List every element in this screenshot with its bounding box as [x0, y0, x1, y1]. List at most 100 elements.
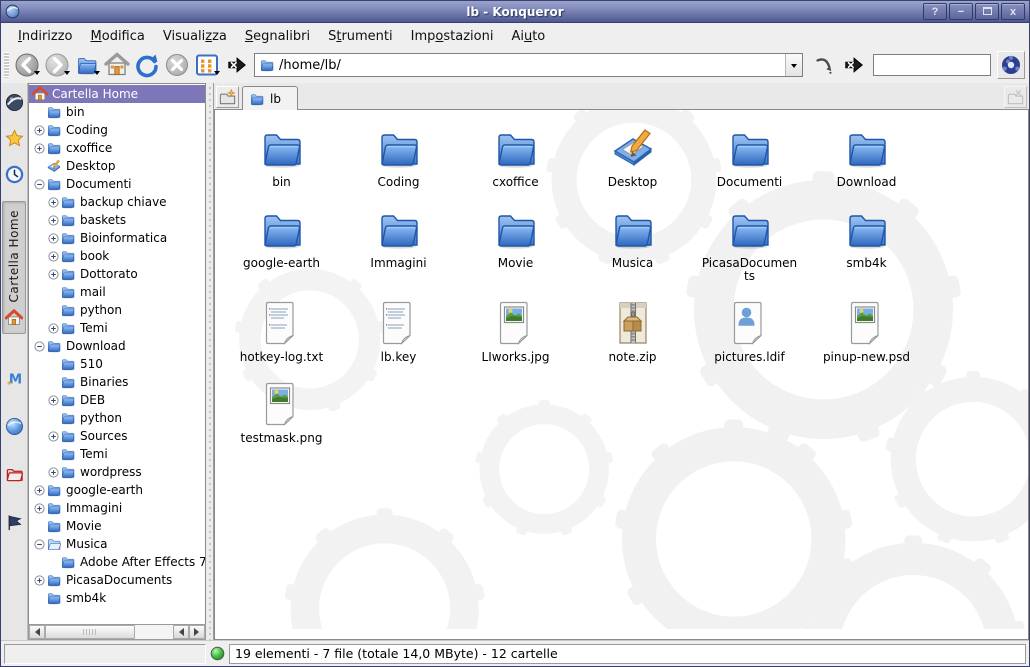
tree-item-adobe-after-effects-7[interactable]: Adobe After Effects 7 — [29, 553, 205, 571]
expand-icon[interactable] — [34, 503, 45, 514]
collapse-icon[interactable] — [34, 539, 45, 550]
tree-item-book[interactable]: book — [29, 247, 205, 265]
file-pictures-ldif[interactable]: pictures.ldif — [691, 293, 808, 364]
sidebar-horizontal-scrollbar[interactable] — [28, 624, 206, 640]
panel-splitter[interactable] — [206, 83, 214, 640]
clear-search-button[interactable] — [839, 50, 869, 80]
expand-icon[interactable] — [48, 431, 59, 442]
tree-item-binaries[interactable]: Binaries — [29, 373, 205, 391]
tree-item-python[interactable]: python — [29, 301, 205, 319]
collapse-icon[interactable] — [34, 179, 45, 190]
stop-button[interactable] — [162, 50, 192, 80]
scrollbar-thumb[interactable] — [45, 625, 135, 639]
folder-movie[interactable]: Movie — [457, 199, 574, 283]
tree-item-immagini[interactable]: Immagini — [29, 499, 205, 517]
tree-item-mail[interactable]: mail — [29, 283, 205, 301]
folder-immagini[interactable]: Immagini — [340, 199, 457, 283]
expand-icon[interactable] — [48, 197, 59, 208]
go-button[interactable] — [809, 50, 839, 80]
tree-item-google-earth[interactable]: google-earth — [29, 481, 205, 499]
scrollbar-track[interactable] — [45, 625, 173, 639]
tree-item-cxoffice[interactable]: cxoffice — [29, 139, 205, 157]
folder-download[interactable]: Download — [808, 118, 925, 189]
tree-item-temi[interactable]: Temi — [29, 445, 205, 463]
sidetab-history[interactable] — [2, 161, 27, 187]
file-testmask-png[interactable]: testmask.png — [223, 374, 340, 445]
sidetab-bookmarks[interactable] — [2, 125, 27, 151]
tree-item-wordpress[interactable]: wordpress — [29, 463, 205, 481]
location-bar[interactable] — [254, 53, 803, 77]
tree-item-backup-chiave[interactable]: backup chiave — [29, 193, 205, 211]
expand-icon[interactable] — [48, 215, 59, 226]
expand-icon[interactable] — [48, 233, 59, 244]
search-input[interactable] — [873, 54, 991, 76]
location-input[interactable] — [279, 58, 785, 73]
expand-icon[interactable] — [34, 485, 45, 496]
folder-musica[interactable]: Musica — [574, 199, 691, 283]
location-dropdown-button[interactable] — [785, 54, 802, 76]
scroll-left-button-2[interactable] — [173, 625, 189, 639]
tree-item-movie[interactable]: Movie — [29, 517, 205, 535]
toolbar-drag-handle[interactable] — [4, 52, 9, 78]
tree-item-desktop[interactable]: Desktop — [29, 157, 205, 175]
tree-item-python[interactable]: python — [29, 409, 205, 427]
titlebar[interactable]: lb - Konqueror ? − x — [1, 1, 1029, 23]
expand-icon[interactable] — [34, 575, 45, 586]
menu-indirizzo[interactable]: Indirizzo — [9, 26, 82, 47]
sidetab-metabar[interactable]: M — [2, 366, 27, 392]
tree-item-sources[interactable]: Sources — [29, 427, 205, 445]
file-hotkey-log-txt[interactable]: hotkey-log.txt — [223, 293, 340, 364]
tree-item-musica[interactable]: Musica — [29, 535, 205, 553]
folder-picasadocuments[interactable]: PicasaDocuments — [691, 199, 808, 283]
tree-item-510[interactable]: 510 — [29, 355, 205, 373]
tree-item-coding[interactable]: Coding — [29, 121, 205, 139]
tree-item-baskets[interactable]: baskets — [29, 211, 205, 229]
expand-icon[interactable] — [48, 323, 59, 334]
folder-coding[interactable]: Coding — [340, 118, 457, 189]
tree-item-download[interactable]: Download — [29, 337, 205, 355]
reload-button[interactable] — [132, 50, 162, 80]
tree-item-temi[interactable]: Temi — [29, 319, 205, 337]
folder-google-earth[interactable]: google-earth — [223, 199, 340, 283]
menu-strumenti[interactable]: Strumenti — [319, 26, 402, 47]
sidetab-home-selected[interactable]: Cartella Home — [2, 201, 26, 334]
menu-impostazioni[interactable]: Impostazioni — [402, 26, 503, 47]
file-lb-key[interactable]: lb.key — [340, 293, 457, 364]
icon-view[interactable]: bin Coding cxoffice Desktop Documenti Do… — [214, 109, 1029, 640]
sidetab-root-folder[interactable] — [2, 462, 27, 488]
up-button[interactable] — [72, 50, 102, 80]
maximize-button[interactable] — [975, 3, 999, 20]
icon-view-mode-button[interactable] — [192, 50, 222, 80]
folder-cxoffice[interactable]: cxoffice — [457, 118, 574, 189]
sidetab-network[interactable] — [2, 414, 27, 440]
tree-item-smb4k[interactable]: smb4k — [29, 589, 205, 607]
sidetab-services[interactable] — [2, 510, 27, 536]
tree-item-deb[interactable]: DEB — [29, 391, 205, 409]
sidetab-web-sidebar[interactable] — [2, 89, 27, 115]
scroll-left-button[interactable] — [29, 625, 45, 639]
expand-icon[interactable] — [48, 467, 59, 478]
scroll-right-button[interactable] — [189, 625, 205, 639]
folder-desktop[interactable]: Desktop — [574, 118, 691, 189]
expand-icon[interactable] — [48, 251, 59, 262]
expand-icon[interactable] — [48, 395, 59, 406]
menu-visualizza[interactable]: Visualizza — [154, 26, 236, 47]
menu-aiuto[interactable]: Aiuto — [502, 26, 554, 47]
tree-item-documenti[interactable]: Documenti — [29, 175, 205, 193]
file-pinup-new-psd[interactable]: pinup-new.psd — [808, 293, 925, 364]
clear-location-button[interactable] — [222, 50, 252, 80]
tree-item-dottorato[interactable]: Dottorato — [29, 265, 205, 283]
file-liworks-jpg[interactable]: LIworks.jpg — [457, 293, 574, 364]
menu-modifica[interactable]: Modifica — [82, 26, 154, 47]
close-tab-button[interactable] — [1004, 86, 1027, 108]
kubuntu-throbber-button[interactable] — [997, 51, 1025, 79]
help-button[interactable]: ? — [923, 3, 947, 20]
tree-item-picasadocuments[interactable]: PicasaDocuments — [29, 571, 205, 589]
menu-segnalibri[interactable]: Segnalibri — [236, 26, 319, 47]
close-button[interactable]: x — [1001, 3, 1025, 20]
file-note-zip[interactable]: note.zip — [574, 293, 691, 364]
tree-item-bin[interactable]: bin — [29, 103, 205, 121]
tree-item-bioinformatica[interactable]: Bioinformatica — [29, 229, 205, 247]
tree-item-cartella-home[interactable]: Cartella Home — [29, 85, 205, 103]
folder-smb4k[interactable]: smb4k — [808, 199, 925, 283]
